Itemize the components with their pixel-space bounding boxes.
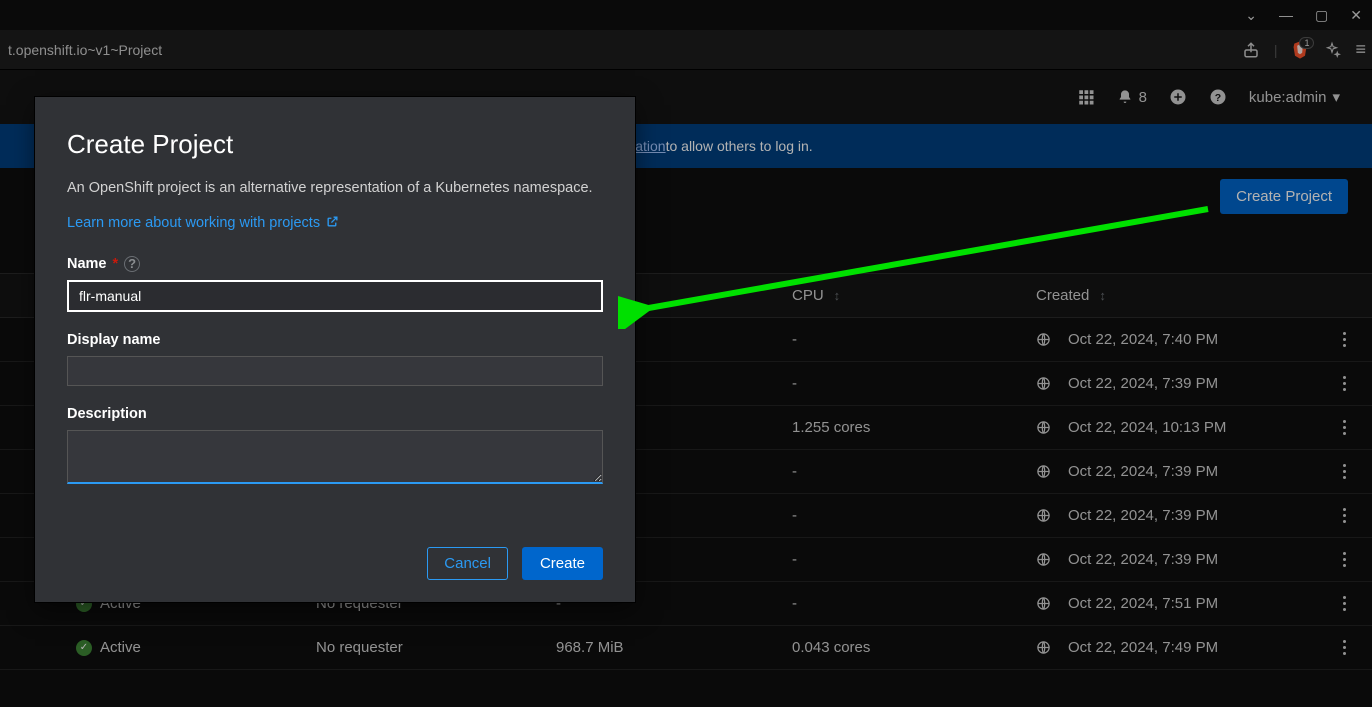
name-label-row: Name * ? bbox=[67, 256, 603, 272]
name-input[interactable] bbox=[67, 280, 603, 312]
description-label: Description bbox=[67, 406, 147, 422]
description-input[interactable] bbox=[67, 430, 603, 484]
create-project-modal: Create Project An OpenShift project is a… bbox=[35, 97, 635, 602]
help-icon[interactable]: ? bbox=[124, 256, 140, 272]
display-name-label-row: Display name bbox=[67, 332, 603, 348]
create-button[interactable]: Create bbox=[522, 547, 603, 580]
learn-more-text: Learn more about working with projects bbox=[67, 215, 320, 231]
modal-title: Create Project bbox=[67, 129, 603, 160]
display-name-label: Display name bbox=[67, 332, 161, 348]
modal-description: An OpenShift project is an alternative r… bbox=[67, 180, 603, 196]
required-indicator: * bbox=[113, 256, 119, 272]
display-name-input[interactable] bbox=[67, 356, 603, 386]
description-label-row: Description bbox=[67, 406, 603, 422]
name-label: Name bbox=[67, 256, 107, 272]
learn-more-link[interactable]: Learn more about working with projects bbox=[67, 215, 339, 232]
cancel-button[interactable]: Cancel bbox=[427, 547, 508, 580]
external-link-icon bbox=[326, 215, 339, 232]
